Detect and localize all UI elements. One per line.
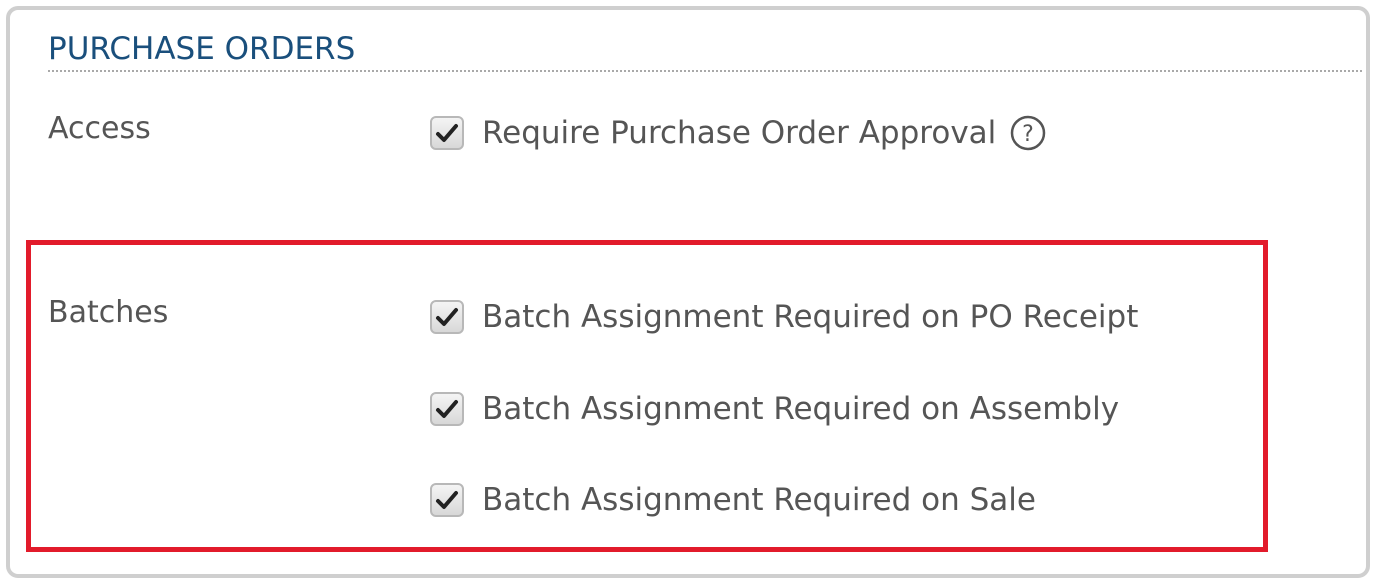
access-label: Access [48,111,151,146]
question-circle-icon[interactable]: ? [1010,115,1046,151]
svg-text:?: ? [1022,122,1034,147]
require-po-approval-label: Require Purchase Order Approval [482,114,997,151]
checkmark-icon [436,124,458,142]
title-divider [48,70,1362,72]
require-po-approval-option[interactable]: Require Purchase Order Approval ? [430,113,1046,153]
purchase-orders-panel: PURCHASE ORDERS Access Require Purchase … [6,6,1370,578]
require-po-approval-checkbox[interactable] [430,116,464,150]
section-title: PURCHASE ORDERS [48,31,356,67]
batches-highlight-box [26,240,1268,552]
